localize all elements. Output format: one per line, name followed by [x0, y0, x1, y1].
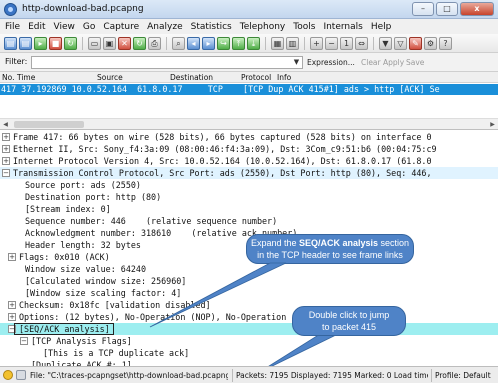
- expert-info-icon[interactable]: [3, 370, 13, 380]
- status-file: File: "C:\traces-pcapngset\http-download…: [30, 371, 228, 380]
- status-profile[interactable]: Profile: Default: [435, 371, 497, 380]
- seq-ack-callout-pointer: [149, 262, 287, 328]
- jump-callout-line1: Double click to jump: [308, 310, 390, 320]
- status-packets: Packets: 7195 Displayed: 7195 Marked: 0 …: [236, 371, 428, 380]
- jump-callout: Double click to jump to packet 415: [292, 306, 406, 336]
- status-separator: [431, 369, 432, 382]
- callout-pointers: [149, 262, 339, 374]
- jump-callout-line2: to packet 415: [321, 322, 377, 332]
- capture-comments-icon[interactable]: [16, 370, 26, 380]
- status-bar: File: "C:\traces-pcapngset\http-download…: [0, 366, 498, 383]
- status-separator: [232, 369, 233, 382]
